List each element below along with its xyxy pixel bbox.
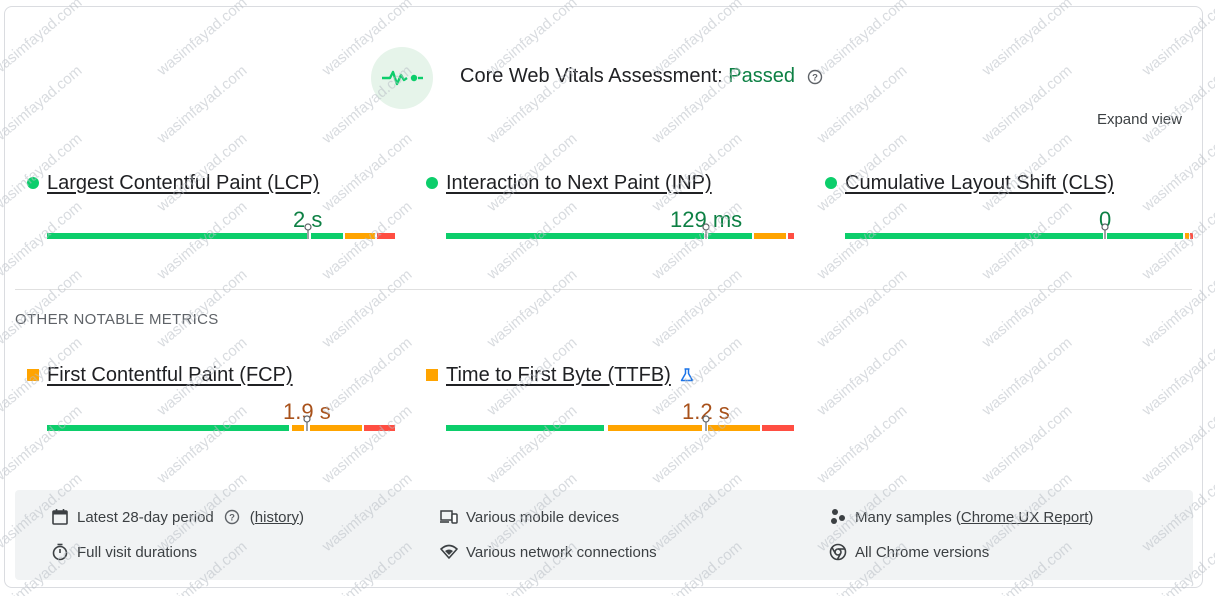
assessment-title: Core Web Vitals Assessment: Passed ? (460, 65, 823, 88)
bar-segment-poor (762, 425, 794, 431)
distribution-bar-cls (845, 223, 1193, 239)
versions-item: All Chrome versions (829, 543, 989, 561)
bar-segment-poor (788, 233, 794, 239)
help-icon[interactable]: ? (224, 509, 240, 525)
needs-improvement-square-icon (27, 369, 39, 381)
bar-segment-needs-improvement (754, 233, 786, 239)
data-source-footer: Latest 28-day period ? (history) Full vi… (15, 490, 1193, 580)
metric-name-lcp[interactable]: Largest Contentful Paint (LCP) (47, 172, 319, 195)
svg-text:?: ? (229, 513, 235, 524)
section-divider (15, 289, 1192, 290)
bar-segment-poor (364, 425, 395, 431)
expand-view-link[interactable]: Expand view (1097, 111, 1182, 128)
cwv-card: Core Web Vitals Assessment: Passed ? Exp… (4, 6, 1203, 588)
assessment-status: Passed (728, 65, 795, 87)
bar-segment-good (1107, 233, 1183, 239)
distribution-bar-ttfb (446, 415, 794, 431)
period-item: Latest 28-day period ? (history) (51, 508, 304, 526)
good-status-dot-icon (825, 177, 837, 189)
metric-cls: Cumulative Layout Shift (CLS) 0 (825, 171, 1195, 239)
chrome-icon (829, 543, 847, 561)
metric-lcp: Largest Contentful Paint (LCP) 2 s (27, 171, 397, 239)
metric-inp: Interaction to Next Paint (INP) 129 ms (426, 171, 796, 239)
network-icon (440, 544, 458, 559)
history-close: ) (298, 508, 304, 526)
metric-name-cls[interactable]: Cumulative Layout Shift (CLS) (845, 172, 1114, 195)
samples-suffix: ) (1088, 508, 1094, 526)
help-icon[interactable]: ? (807, 69, 823, 85)
devices-icon (440, 510, 458, 524)
distribution-bar-lcp (47, 223, 395, 239)
percentile-marker-icon (702, 415, 710, 431)
bar-segment-good (47, 425, 289, 431)
durations-item: Full visit durations (51, 543, 197, 561)
bar-segment-good (845, 233, 1103, 239)
users-icon (831, 509, 845, 524)
samples-prefix: Many samples ( (855, 508, 961, 526)
metric-name-fcp[interactable]: First Contentful Paint (FCP) (47, 364, 293, 387)
bar-segment-needs-improvement (608, 425, 702, 431)
other-metrics-label: OTHER NOTABLE METRICS (15, 311, 219, 328)
percentile-marker-icon (304, 223, 312, 239)
pulse-icon (382, 70, 423, 86)
history-link[interactable]: history (255, 509, 299, 526)
distribution-bar-fcp (47, 415, 395, 431)
samples-item: Many samples (Chrome UX Report) (829, 508, 1093, 526)
bar-segment-needs-improvement (345, 233, 375, 239)
period-text: Latest 28-day period (77, 508, 214, 526)
stopwatch-icon (52, 543, 68, 561)
metric-name-ttfb[interactable]: Time to First Byte (TTFB) (446, 364, 671, 387)
assessment-title-text: Core Web Vitals Assessment: (460, 65, 723, 87)
distribution-bar-inp (446, 223, 794, 239)
chrome-ux-report-link[interactable]: Chrome UX Report (961, 509, 1089, 526)
bar-segment-poor (1190, 233, 1193, 239)
metric-name-inp[interactable]: Interaction to Next Paint (INP) (446, 172, 712, 195)
experimental-flask-icon (680, 368, 694, 382)
versions-text: All Chrome versions (855, 543, 990, 561)
bar-segment-good (708, 233, 752, 239)
bar-segment-good (47, 233, 307, 239)
percentile-marker-icon (303, 415, 311, 431)
network-item: Various network connections (440, 543, 657, 561)
bar-segment-good (446, 425, 604, 431)
assessment-badge (371, 47, 433, 109)
bar-segment-good (446, 233, 704, 239)
devices-text: Various mobile devices (466, 508, 620, 526)
percentile-marker-icon (1101, 223, 1109, 239)
network-text: Various network connections (466, 543, 657, 561)
metric-ttfb: Time to First Byte (TTFB) 1.2 s (426, 363, 796, 431)
durations-text: Full visit durations (77, 543, 198, 561)
bar-segment-needs-improvement (1185, 233, 1189, 239)
metric-fcp: First Contentful Paint (FCP) 1.9 s (27, 363, 397, 431)
bar-segment-poor (377, 233, 395, 239)
good-status-dot-icon (27, 177, 39, 189)
svg-text:?: ? (812, 72, 818, 83)
bar-segment-needs-improvement (708, 425, 760, 431)
bar-segment-needs-improvement (310, 425, 362, 431)
percentile-marker-icon (702, 223, 710, 239)
devices-item: Various mobile devices (440, 508, 619, 526)
assessment-header: Core Web Vitals Assessment: Passed ? (5, 7, 1202, 117)
good-status-dot-icon (426, 177, 438, 189)
calendar-icon (52, 509, 68, 525)
needs-improvement-square-icon (426, 369, 438, 381)
bar-segment-good (311, 233, 343, 239)
